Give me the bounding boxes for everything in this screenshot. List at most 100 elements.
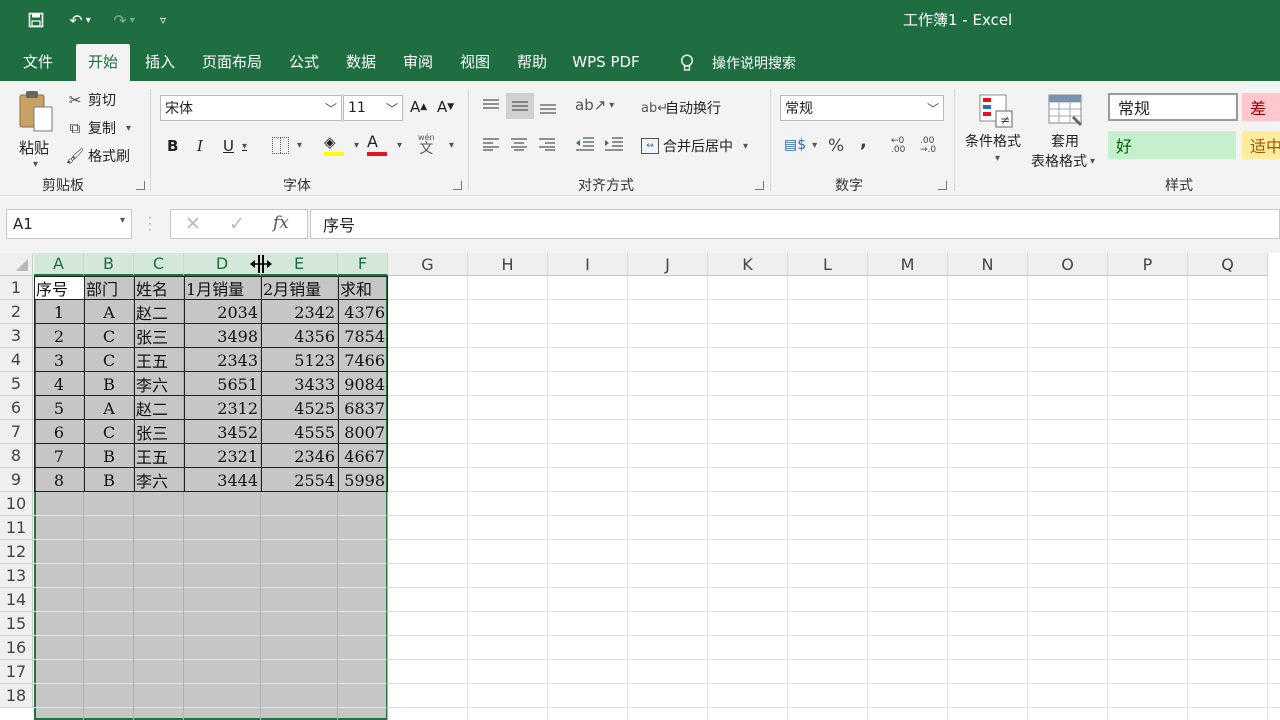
style-neutral[interactable]: 适中 — [1242, 131, 1280, 159]
table-header-cell[interactable]: 求和 — [338, 276, 388, 300]
table-cell[interactable]: 2 — [34, 324, 84, 348]
column-header-i[interactable]: I — [548, 253, 628, 276]
comma-style-button[interactable]: , — [860, 131, 867, 152]
worksheet-grid[interactable]: A B C D E F G H I J K L M N O P Q 1 2 3 4 5 6 7 8 9 10 11 12 13 14 15 16… — [0, 253, 1280, 720]
decrease-decimal-icon[interactable]: .00 →.0 — [920, 137, 936, 155]
table-cell[interactable]: 2342 — [261, 300, 338, 324]
paste-dropdown-icon[interactable]: ▾ — [33, 159, 38, 170]
row-header-16[interactable]: 16 — [0, 636, 33, 660]
row-header-1[interactable]: 1 — [0, 276, 33, 300]
decrease-indent-icon[interactable] — [575, 136, 595, 152]
tell-me-search[interactable]: 操作说明搜索 — [680, 44, 796, 81]
increase-indent-icon[interactable] — [604, 136, 624, 152]
table-cell[interactable]: 7854 — [338, 324, 388, 348]
customize-qat-icon[interactable]: ▿ — [154, 8, 172, 32]
copy-button[interactable]: ⧉ 复制 ▾ — [66, 118, 131, 138]
formula-input[interactable]: 序号 — [310, 209, 1280, 239]
table-cell[interactable]: 2346 — [261, 444, 338, 468]
table-cell[interactable]: 8 — [34, 468, 84, 492]
table-cell[interactable]: 3444 — [184, 468, 261, 492]
row-header-13[interactable]: 13 — [0, 564, 33, 588]
formula-bar-handle-icon[interactable]: · · · — [148, 212, 152, 236]
increase-font-size-icon[interactable]: A ▲ — [410, 98, 427, 116]
table-cell[interactable]: 4 — [34, 372, 84, 396]
enter-icon[interactable]: ✓ — [229, 213, 245, 235]
table-cell[interactable]: 7 — [34, 444, 84, 468]
row-header-12[interactable]: 12 — [0, 540, 33, 564]
table-cell[interactable]: 赵二 — [134, 396, 184, 420]
table-header-cell[interactable]: 序号 — [34, 276, 84, 300]
table-cell[interactable]: 3452 — [184, 420, 261, 444]
table-cell[interactable]: 4525 — [261, 396, 338, 420]
table-cell[interactable]: C — [84, 348, 134, 372]
font-size-select[interactable]: 11 ﹀ — [343, 95, 403, 121]
font-color-dropdown-icon[interactable]: ▾ — [397, 140, 402, 151]
row-header-14[interactable]: 14 — [0, 588, 33, 612]
tab-insert[interactable]: 插入 — [136, 44, 184, 81]
row-header-17[interactable]: 17 — [0, 660, 33, 684]
row-header-8[interactable]: 8 — [0, 444, 33, 468]
style-normal[interactable]: 常规 — [1108, 93, 1238, 121]
table-cell[interactable]: 李六 — [134, 468, 184, 492]
table-cell[interactable]: 李六 — [134, 372, 184, 396]
row-header-10[interactable]: 10 — [0, 492, 33, 516]
fill-color-dropdown-icon[interactable]: ▾ — [354, 140, 359, 151]
table-header-cell[interactable]: 2月销量 — [261, 276, 338, 300]
number-launcher-icon[interactable] — [938, 181, 947, 190]
row-header-11[interactable]: 11 — [0, 516, 33, 540]
accounting-format-button[interactable]: ▤$ ▾ — [784, 137, 817, 153]
align-top-icon[interactable] — [482, 96, 502, 116]
cut-button[interactable]: ✂ 剪切 — [66, 90, 116, 110]
wrap-text-button[interactable]: ab↵ 自动换行 — [641, 98, 721, 118]
table-cell[interactable]: A — [84, 396, 134, 420]
tab-wps-pdf[interactable]: WPS PDF — [566, 44, 646, 81]
format-as-table-button[interactable]: 套用 表格格式 ▾ — [1030, 91, 1104, 175]
table-cell[interactable]: 赵二 — [134, 300, 184, 324]
tab-home[interactable]: 开始 — [76, 44, 130, 81]
insert-function-icon[interactable]: fx — [273, 213, 289, 233]
table-cell[interactable]: 4356 — [261, 324, 338, 348]
align-middle-icon[interactable] — [506, 93, 534, 119]
decrease-font-size-icon[interactable]: A ▼ — [437, 98, 454, 116]
column-header-c[interactable]: C — [134, 253, 184, 276]
merge-center-button[interactable]: ↔ 合并后居中 ▾ — [641, 136, 748, 156]
orientation-button[interactable]: ab↗ ▾ — [575, 96, 614, 114]
table-cell[interactable]: C — [84, 324, 134, 348]
column-header-g[interactable]: G — [388, 253, 468, 276]
row-header-3[interactable]: 3 — [0, 324, 33, 348]
table-cell[interactable]: 4376 — [338, 300, 388, 324]
merge-dropdown-icon[interactable]: ▾ — [743, 141, 748, 152]
table-header-cell[interactable]: 1月销量 — [184, 276, 261, 300]
align-center-icon[interactable] — [510, 137, 528, 151]
fill-color-button[interactable]: ◈ — [324, 134, 344, 156]
accounting-dropdown-icon[interactable]: ▾ — [812, 140, 817, 151]
table-cell[interactable]: 8007 — [338, 420, 388, 444]
table-cell[interactable]: 5123 — [261, 348, 338, 372]
orientation-dropdown-icon[interactable]: ▾ — [609, 100, 614, 111]
table-cell[interactable]: 3498 — [184, 324, 261, 348]
font-launcher-icon[interactable] — [453, 181, 462, 190]
tab-file[interactable]: 文件 — [14, 44, 62, 81]
format-table-dropdown-icon[interactable]: ▾ — [1090, 156, 1095, 167]
tab-formulas[interactable]: 公式 — [280, 44, 328, 81]
align-right-icon[interactable] — [538, 137, 556, 151]
name-box-dropdown-icon[interactable]: ▾ — [120, 215, 125, 226]
table-header-cell[interactable]: 姓名 — [134, 276, 184, 300]
row-header-4[interactable]: 4 — [0, 348, 33, 372]
column-header-l[interactable]: L — [788, 253, 868, 276]
table-cell[interactable]: B — [84, 444, 134, 468]
tab-review[interactable]: 审阅 — [394, 44, 442, 81]
table-cell[interactable]: 张三 — [134, 324, 184, 348]
table-cell[interactable]: 张三 — [134, 420, 184, 444]
format-painter-button[interactable]: 🖌 格式刷 — [65, 146, 130, 166]
style-bad[interactable]: 差 — [1242, 93, 1280, 121]
column-header-o[interactable]: O — [1028, 253, 1108, 276]
table-cell[interactable]: 2343 — [184, 348, 261, 372]
tab-help[interactable]: 帮助 — [508, 44, 556, 81]
column-header-f[interactable]: F — [338, 253, 388, 276]
table-cell[interactable]: B — [84, 468, 134, 492]
table-cell[interactable]: 6 — [34, 420, 84, 444]
font-color-button[interactable]: A — [367, 134, 387, 156]
tab-view[interactable]: 视图 — [451, 44, 499, 81]
tab-page-layout[interactable]: 页面布局 — [196, 44, 268, 81]
